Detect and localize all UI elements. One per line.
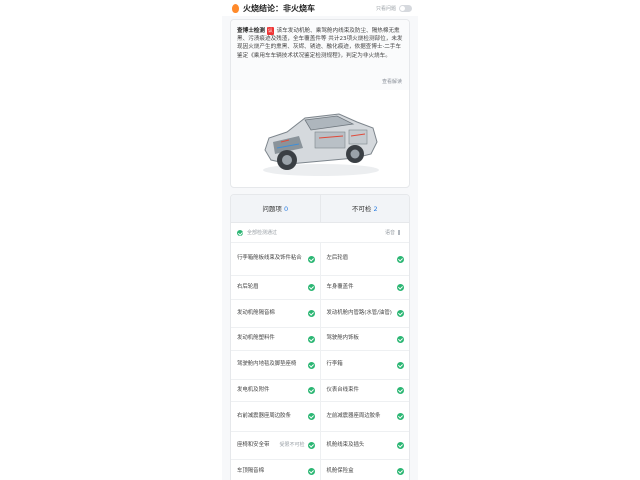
tab-issues-label: 问题项	[262, 205, 282, 213]
tab-uncheckable[interactable]: 不可检 2	[321, 195, 410, 222]
pass-icon	[307, 310, 315, 317]
voice-label[interactable]: 语音	[385, 229, 395, 236]
result-header: 火烧结论：非火烧车 只看问题	[222, 0, 418, 16]
inspection-item[interactable]: 驾驶舱内地毯及脚垫座椅	[231, 351, 321, 379]
only-issues-label: 只看问题	[375, 5, 396, 12]
inspection-item[interactable]: 机舱保险盒	[321, 460, 410, 480]
pass-icon	[307, 335, 315, 343]
inspection-item[interactable]: 行李箱	[321, 351, 410, 379]
pass-icon	[307, 413, 315, 420]
pass-icon	[397, 310, 404, 317]
car-cutaway-icon	[263, 113, 379, 176]
pass-icon	[397, 335, 404, 343]
conclusion-card: 查博士检测 认 该车发动机舱、乘驾舱内线束及防尘、隔热棉无熏黑、污渍痕迹及残渣，…	[230, 19, 410, 188]
inspection-item[interactable]: 发动机舱隔音棉	[231, 300, 321, 327]
table-tabs: 问题项 0 不可检 2	[231, 195, 409, 223]
inspection-item[interactable]: 机舱线束及插头	[321, 432, 410, 459]
pass-icon	[397, 255, 404, 263]
conclusion-description: 查博士检测 认 该车发动机舱、乘驾舱内线束及防尘、隔热棉无熏黑、污渍痕迹及残渣，…	[231, 20, 409, 90]
table-row: 右前减震器座周边胶条 左前减震器座周边胶条	[231, 402, 409, 432]
unable-check-tag: 受限不可检	[279, 441, 305, 448]
pass-icon	[307, 255, 315, 263]
pass-icon	[397, 442, 404, 449]
inspection-item[interactable]: 发动机舱塑料件	[231, 328, 321, 350]
table-row: 右后轮眉 车身覆盖件	[231, 276, 409, 300]
inspection-item[interactable]: 右后轮眉	[231, 276, 321, 299]
inspection-item[interactable]: 行李箱舱板线束及饰件粘合	[231, 243, 321, 275]
table-row: 发电机及附件 仪表台线束件	[231, 380, 409, 402]
summary-row: 全部检测通过 语音	[231, 223, 409, 243]
tab-issues-count: 0	[283, 205, 289, 213]
pass-icon	[307, 361, 315, 369]
inspection-item[interactable]: 左后轮眉	[321, 243, 410, 275]
inspection-table: 问题项 0 不可检 2 全部检测通过 语音 行李箱舱板线束及饰件粘合 左后轮眉 …	[230, 194, 410, 480]
phone-screen: 火烧结论：非火烧车 只看问题 查博士检测 认 该车发动机舱、乘驾舱内线束及防尘、…	[222, 0, 418, 480]
pass-icon	[397, 468, 404, 475]
description-prefix: 查博士检测	[237, 28, 265, 34]
pass-icon	[397, 284, 404, 291]
summary-text: 全部检测通过	[247, 230, 278, 236]
inspection-item[interactable]: 左前减震器座周边胶条	[321, 402, 410, 431]
table-row: 驾驶舱内地毯及脚垫座椅 行李箱	[231, 351, 409, 380]
inspection-item[interactable]: 发动机舱内管路(水管/油管)	[321, 300, 410, 327]
inspection-item[interactable]: 右前减震器座周边胶条	[231, 402, 321, 431]
pass-icon	[397, 361, 404, 369]
conclusion-title: 火烧结论：非火烧车	[243, 3, 315, 13]
inspection-item[interactable]: 发电机及附件	[231, 380, 321, 401]
pass-icon	[307, 468, 315, 475]
table-row: 发动机舱塑料件 驾驶舱内饰板	[231, 328, 409, 351]
tab-uncheckable-label: 不可检	[351, 205, 372, 213]
pass-icon	[307, 442, 315, 449]
pass-check-icon	[237, 229, 243, 236]
view-explanation-link[interactable]: 查看解读	[382, 78, 402, 86]
inspection-item[interactable]: 座椅和安全带 受限不可检	[231, 432, 321, 459]
pass-icon	[307, 284, 315, 291]
inspection-item[interactable]: 仪表台线束件	[321, 380, 410, 401]
only-issues-toggle[interactable]	[399, 4, 412, 12]
table-row: 发动机舱隔音棉 发动机舱内管路(水管/油管)	[231, 300, 409, 328]
inspection-rows: 行李箱舱板线束及饰件粘合 左后轮眉 右后轮眉 车身覆盖件 发动机舱隔音棉 发动机…	[231, 243, 409, 480]
inspection-item[interactable]: 驾驶舱内饰板	[321, 328, 410, 350]
car-illustration	[231, 90, 409, 187]
table-row: 行李箱舱板线束及饰件粘合 左后轮眉	[231, 243, 409, 276]
speaker-icon	[398, 230, 403, 235]
tab-uncheckable-count: 2	[373, 205, 378, 213]
pass-icon	[397, 413, 404, 420]
pass-icon	[397, 387, 404, 394]
table-row: 车顶隔音棉 机舱保险盒	[231, 460, 409, 480]
inspection-item[interactable]: 车顶隔音棉	[231, 460, 321, 480]
pass-icon	[307, 387, 315, 394]
tab-issues[interactable]: 问题项 0	[231, 195, 321, 222]
certified-badge: 认	[266, 27, 274, 36]
table-row: 座椅和安全带 受限不可检 机舱线束及插头	[231, 432, 409, 460]
fire-icon	[232, 3, 239, 13]
inspection-item[interactable]: 车身覆盖件	[321, 276, 410, 299]
